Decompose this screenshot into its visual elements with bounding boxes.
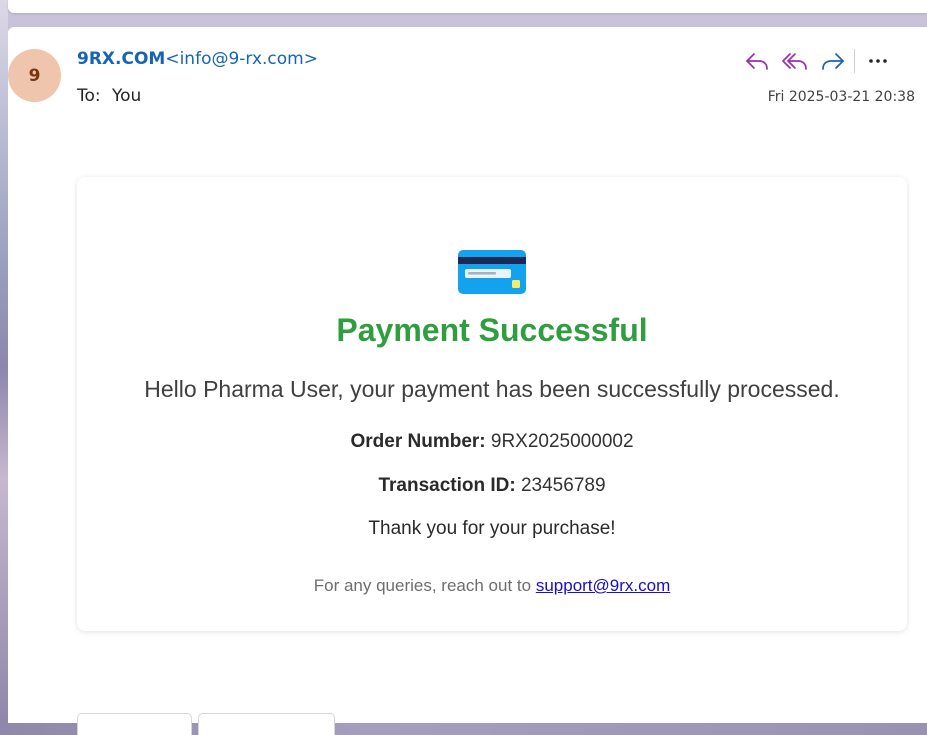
- message-date: Fri 2025-03-21 20:38: [767, 89, 915, 105]
- email-body-card: Payment Successful Hello Pharma User, yo…: [77, 177, 907, 631]
- sender-line[interactable]: 9RX.COM<info@9-rx.com>: [77, 49, 318, 69]
- order-number-label: Order Number:: [350, 431, 486, 452]
- bottom-action-button-2[interactable]: [198, 713, 335, 735]
- queries-text: For any queries, reach out to: [313, 576, 532, 595]
- sender-name[interactable]: 9RX.COM: [77, 49, 165, 69]
- avatar-initial: 9: [28, 65, 41, 86]
- transaction-id-line: Transaction ID: 23456789: [77, 475, 907, 497]
- thanks-text: Thank you for your purchase!: [368, 518, 616, 539]
- support-email-link[interactable]: support@9rx.com: [536, 576, 670, 595]
- queries-line: For any queries, reach out to support@9r…: [77, 576, 907, 596]
- recipient-value[interactable]: You: [112, 86, 141, 106]
- transaction-id-value: 23456789: [520, 475, 606, 496]
- order-number-value: 9RX2025000002: [490, 431, 634, 452]
- greeting-text: Hello Pharma User, your payment has been…: [144, 376, 840, 402]
- reply-icon: [746, 53, 768, 70]
- transaction-id-label: Transaction ID:: [378, 475, 516, 496]
- actions-divider: [854, 49, 855, 73]
- forward-icon: [822, 53, 844, 70]
- previous-message-card: [8, 0, 927, 13]
- recipient-label: To:: [77, 86, 101, 106]
- message-actions: [738, 45, 897, 77]
- forward-button[interactable]: [814, 45, 852, 77]
- more-options-icon: [869, 59, 887, 63]
- sender-email[interactable]: <info@9-rx.com>: [165, 49, 318, 69]
- reply-button[interactable]: [738, 45, 776, 77]
- sender-avatar[interactable]: 9: [8, 49, 61, 102]
- bottom-action-button-1[interactable]: [77, 713, 192, 735]
- order-number-line: Order Number: 9RX2025000002: [77, 431, 907, 453]
- payment-title: Payment Successful: [336, 312, 648, 348]
- credit-card-icon: [458, 250, 526, 294]
- reply-all-button[interactable]: [776, 45, 814, 77]
- reply-all-icon: [782, 53, 807, 70]
- desktop-wallpaper: [0, 0, 8, 735]
- more-options-button[interactable]: [859, 45, 897, 77]
- reading-pane: 9 9RX.COM<info@9-rx.com> To: You Fri 202…: [8, 27, 927, 735]
- recipient-line: To: You: [77, 86, 141, 106]
